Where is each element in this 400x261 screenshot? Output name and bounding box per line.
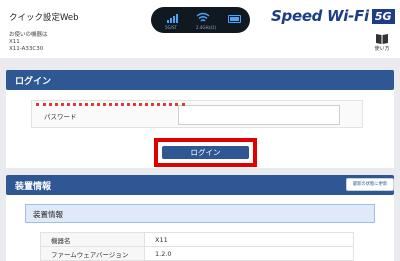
battery-icon [228, 15, 241, 23]
book-icon [376, 34, 388, 44]
device-model-id: X11-A33C30 [9, 46, 44, 52]
device-caption-text: お使いの機器は [9, 32, 48, 38]
row-key: 機器名 [40, 232, 145, 247]
row-value: X11 [144, 232, 354, 247]
wifi-icon [196, 12, 210, 22]
login-button-highlight: ログイン [154, 138, 257, 167]
app-title: クイック設定Web [9, 13, 79, 23]
login-section-header: ログイン [6, 70, 394, 90]
device-info-section-title: 装置情報 [15, 182, 52, 192]
brand-text: Speed Wi-Fi [271, 7, 369, 25]
device-info-subheader: 装置情報 [25, 204, 375, 223]
network-label: 5G/ST [165, 25, 177, 30]
table-row: ファームウェアバージョン 1.2.0 [40, 246, 354, 261]
password-highlight-marker [36, 103, 185, 106]
device-caption: お使いの機器は X11 X11-A33C30 [9, 32, 48, 53]
password-label: パスワード [44, 113, 77, 121]
band-label: 2.4GHz(1) [196, 25, 217, 30]
brand-logo: Speed Wi-Fi 5G [271, 7, 395, 25]
row-key: ファームウェアバージョン [40, 246, 145, 261]
brand-badge: 5G [371, 8, 395, 24]
login-section-title: ログイン [15, 77, 52, 87]
password-input[interactable] [178, 105, 340, 125]
refresh-button[interactable]: 最新の状態に更新 [346, 178, 394, 191]
login-button[interactable]: ログイン [162, 146, 249, 159]
status-indicator: 5G/ST 2.4GHz(1) [151, 7, 250, 33]
device-info-section-header: 装置情報 最新の状態に更新 [6, 175, 394, 195]
device-model-name: X11 [9, 39, 20, 45]
signal-bars-icon [167, 14, 178, 23]
row-value: 1.2.0 [144, 246, 354, 261]
manual-label: 使い方 [374, 46, 390, 52]
device-info-subtitle: 装置情報 [33, 210, 63, 219]
manual-link[interactable]: 使い方 [371, 33, 393, 52]
device-info-table: 機器名 X11 ファームウェアバージョン 1.2.0 [40, 232, 354, 261]
top-header: クイック設定Web お使いの機器は X11 X11-A33C30 5G/ST 2… [0, 0, 400, 58]
device-info-panel: 装置情報 機器名 X11 ファームウェアバージョン 1.2.0 [6, 195, 394, 261]
login-panel: パスワード ログイン [6, 90, 394, 168]
table-row: 機器名 X11 [40, 232, 354, 247]
